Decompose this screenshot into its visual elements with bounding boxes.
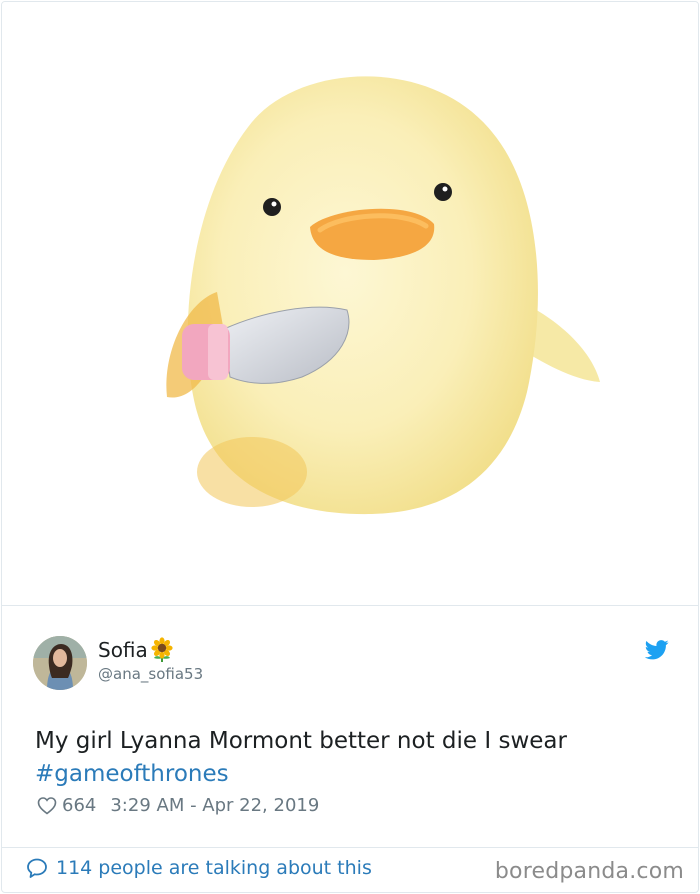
conversation-text: 114 people are talking about this bbox=[56, 857, 372, 879]
boredpanda-watermark: boredpanda.com bbox=[494, 859, 684, 884]
tweet-image[interactable] bbox=[2, 2, 698, 605]
footer-divider bbox=[2, 847, 698, 848]
conversation-link[interactable]: 114 people are talking about this bbox=[26, 857, 372, 879]
tweet-body: My girl Lyanna Mormont better not die I … bbox=[35, 725, 675, 791]
timestamp[interactable]: 3:29 AM - Apr 22, 2019 bbox=[110, 795, 319, 816]
hashtag-link[interactable]: #gameofthrones bbox=[35, 758, 675, 791]
speech-bubble-icon bbox=[26, 857, 48, 879]
chick-knife-illustration bbox=[166, 76, 600, 515]
sunflower-icon bbox=[149, 637, 175, 663]
twitter-bird-icon[interactable] bbox=[644, 640, 669, 660]
author-row: Sofia bbox=[98, 637, 175, 663]
author-name[interactable]: Sofia bbox=[98, 637, 148, 663]
heart-icon[interactable] bbox=[37, 796, 57, 816]
avatar-photo bbox=[33, 636, 87, 690]
tweet-card: Sofia @ana_sofia53 My girl Lyanna Mormon… bbox=[1, 1, 699, 893]
media-divider bbox=[2, 605, 698, 606]
tweet-meta: 664 3:29 AM - Apr 22, 2019 bbox=[37, 795, 319, 816]
avatar[interactable] bbox=[33, 636, 87, 690]
like-count[interactable]: 664 bbox=[62, 795, 96, 816]
tweet-text: My girl Lyanna Mormont better not die I … bbox=[35, 728, 567, 754]
author-handle[interactable]: @ana_sofia53 bbox=[98, 665, 203, 683]
